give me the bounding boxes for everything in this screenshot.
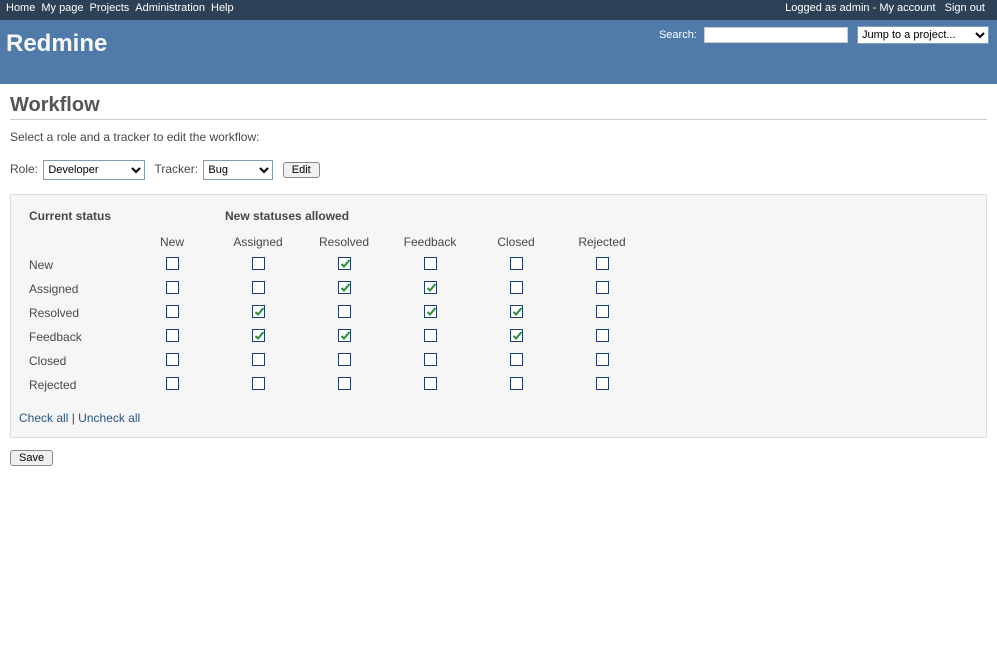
status-name-assigned: Assigned <box>19 277 129 301</box>
status-checkbox[interactable] <box>338 281 351 294</box>
save-button[interactable]: Save <box>10 450 53 466</box>
top-menu-home[interactable]: Home <box>6 2 35 14</box>
status-checkbox[interactable] <box>338 353 351 366</box>
status-checkbox[interactable] <box>252 353 265 366</box>
column-header-rejected: Rejected <box>559 231 645 253</box>
table-row: Assigned <box>19 277 645 301</box>
status-checkbox[interactable] <box>596 257 609 270</box>
quick-search: Search: Jump to a project... <box>659 26 989 44</box>
status-checkbox[interactable] <box>166 329 179 342</box>
status-checkbox[interactable] <box>166 353 179 366</box>
status-checkbox[interactable] <box>252 329 265 342</box>
column-header-assigned: Assigned <box>215 231 301 253</box>
table-row: Feedback <box>19 325 645 349</box>
top-menu-administration[interactable]: Administration <box>135 2 205 14</box>
status-checkbox[interactable] <box>596 353 609 366</box>
main: Workflow Select a role and a tracker to … <box>0 84 997 486</box>
header: Search: Jump to a project... Redmine <box>0 20 997 84</box>
logged-as: Logged as admin <box>785 2 869 14</box>
status-checkbox[interactable] <box>596 329 609 342</box>
status-checkbox[interactable] <box>252 257 265 270</box>
status-checkbox[interactable] <box>510 305 523 318</box>
status-checkbox[interactable] <box>338 377 351 390</box>
project-jump-select[interactable]: Jump to a project... <box>857 26 989 44</box>
column-header-closed: Closed <box>473 231 559 253</box>
uncheck-all-link[interactable]: Uncheck all <box>78 411 140 425</box>
tracker-label: Tracker: <box>154 162 198 176</box>
role-select[interactable]: Developer <box>43 160 145 180</box>
search-input[interactable] <box>704 27 848 43</box>
status-checkbox[interactable] <box>166 377 179 390</box>
status-checkbox[interactable] <box>338 329 351 342</box>
status-checkbox[interactable] <box>424 305 437 318</box>
search-label: Search: <box>659 29 697 41</box>
status-checkbox[interactable] <box>424 377 437 390</box>
table-row: Rejected <box>19 373 645 397</box>
status-checkbox[interactable] <box>338 305 351 318</box>
edit-button[interactable]: Edit <box>283 162 320 178</box>
intro-text: Select a role and a tracker to edit the … <box>10 130 987 144</box>
top-menu: Home My page Projects Administration Help Lo… <box>0 0 997 20</box>
selectors: Role: Developer Tracker: Bug Edit <box>10 160 987 180</box>
status-name-rejected: Rejected <box>19 373 129 397</box>
status-name-new: New <box>19 253 129 277</box>
top-menu-projects[interactable]: Projects <box>90 2 130 14</box>
workflow-box: Current statusNew statuses allowedNewAss… <box>10 194 987 438</box>
workflow-table: Current statusNew statuses allowedNewAss… <box>19 205 645 397</box>
tracker-select[interactable]: Bug <box>203 160 273 180</box>
table-row: Closed <box>19 349 645 373</box>
status-checkbox[interactable] <box>166 281 179 294</box>
status-checkbox[interactable] <box>166 257 179 270</box>
status-checkbox[interactable] <box>252 281 265 294</box>
status-checkbox[interactable] <box>424 353 437 366</box>
status-name-closed: Closed <box>19 349 129 373</box>
column-header-resolved: Resolved <box>301 231 387 253</box>
status-checkbox[interactable] <box>510 281 523 294</box>
role-label: Role: <box>10 162 38 176</box>
status-checkbox[interactable] <box>338 257 351 270</box>
current-status-header: Current status <box>19 205 215 231</box>
sign-out-link[interactable]: Sign out <box>945 2 985 14</box>
status-checkbox[interactable] <box>596 281 609 294</box>
top-menu-help[interactable]: Help <box>211 2 234 14</box>
page-title: Workflow <box>10 94 987 120</box>
status-checkbox[interactable] <box>424 257 437 270</box>
status-checkbox[interactable] <box>424 329 437 342</box>
status-checkbox[interactable] <box>252 377 265 390</box>
status-name-resolved: Resolved <box>19 301 129 325</box>
status-checkbox[interactable] <box>510 257 523 270</box>
column-header-feedback: Feedback <box>387 231 473 253</box>
table-row: Resolved <box>19 301 645 325</box>
top-menu-my-page[interactable]: My page <box>41 2 83 14</box>
table-row: New <box>19 253 645 277</box>
status-checkbox[interactable] <box>596 377 609 390</box>
status-name-feedback: Feedback <box>19 325 129 349</box>
status-checkbox[interactable] <box>510 353 523 366</box>
status-checkbox[interactable] <box>166 305 179 318</box>
status-checkbox[interactable] <box>596 305 609 318</box>
new-statuses-header: New statuses allowed <box>215 205 645 231</box>
status-checkbox[interactable] <box>510 329 523 342</box>
status-checkbox[interactable] <box>510 377 523 390</box>
status-checkbox[interactable] <box>424 281 437 294</box>
my-account-link[interactable]: My account <box>879 2 935 14</box>
check-all-link[interactable]: Check all <box>19 411 68 425</box>
status-checkbox[interactable] <box>252 305 265 318</box>
column-header-new: New <box>129 231 215 253</box>
